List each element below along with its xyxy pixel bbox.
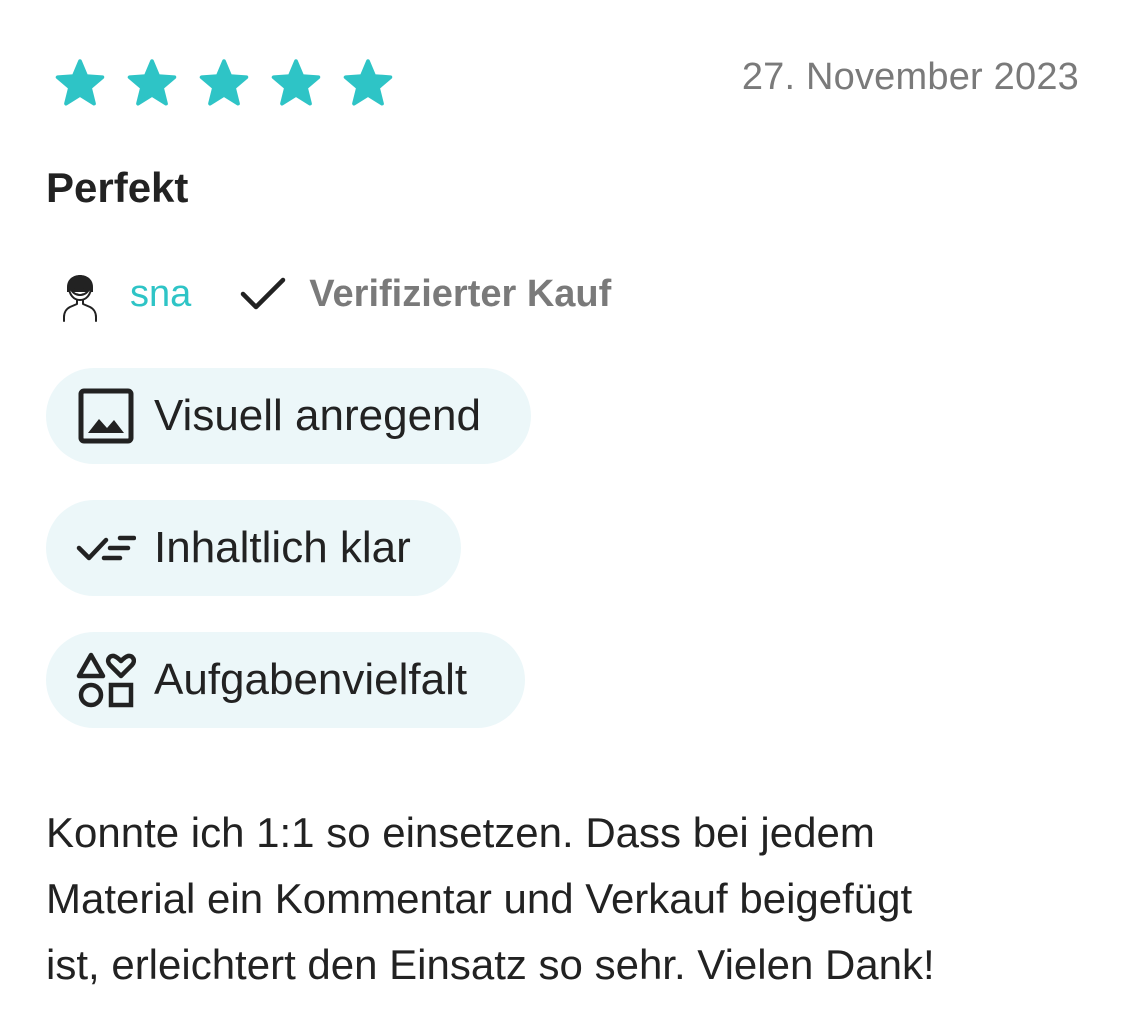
verified-purchase-label: Verifizierter Kauf	[309, 272, 612, 315]
shapes-icon	[76, 652, 136, 708]
image-icon	[78, 388, 134, 444]
review-date: 27. November 2023	[741, 56, 1079, 98]
checklist-icon	[76, 535, 136, 561]
review-card: 27. November 2023 Perfekt sna Verifizier…	[0, 0, 1125, 1031]
tag-label: Visuell anregend	[154, 391, 481, 440]
tag-inhaltlich-klar: Inhaltlich klar	[46, 500, 461, 596]
tag-aufgabenvielfalt: Aufgabenvielfalt	[46, 632, 525, 728]
author-row: sna Verifizierter Kauf	[60, 264, 611, 324]
review-body-line: Material ein Kommentar und Verkauf beige…	[46, 875, 913, 922]
review-title: Perfekt	[46, 164, 189, 211]
star-icon	[199, 59, 249, 106]
tag-label: Inhaltlich klar	[154, 523, 411, 572]
star-icon	[127, 59, 177, 106]
check-icon	[241, 277, 286, 310]
user-avatar-icon	[63, 275, 97, 322]
review-body: Konnte ich 1:1 so einsetzen. Dass bei je…	[46, 800, 1086, 998]
tag-visuell-anregend: Visuell anregend	[46, 368, 531, 464]
review-body-line: Konnte ich 1:1 so einsetzen. Dass bei je…	[46, 809, 875, 856]
review-body-line: ist, erleichtert den Einsatz so sehr. Vi…	[46, 941, 935, 988]
star-icon	[271, 59, 321, 106]
author-name-link[interactable]: sna	[130, 273, 191, 316]
star-icon	[343, 59, 393, 106]
star-rating	[52, 56, 396, 112]
star-icon	[55, 59, 105, 106]
tag-label: Aufgabenvielfalt	[154, 655, 468, 704]
